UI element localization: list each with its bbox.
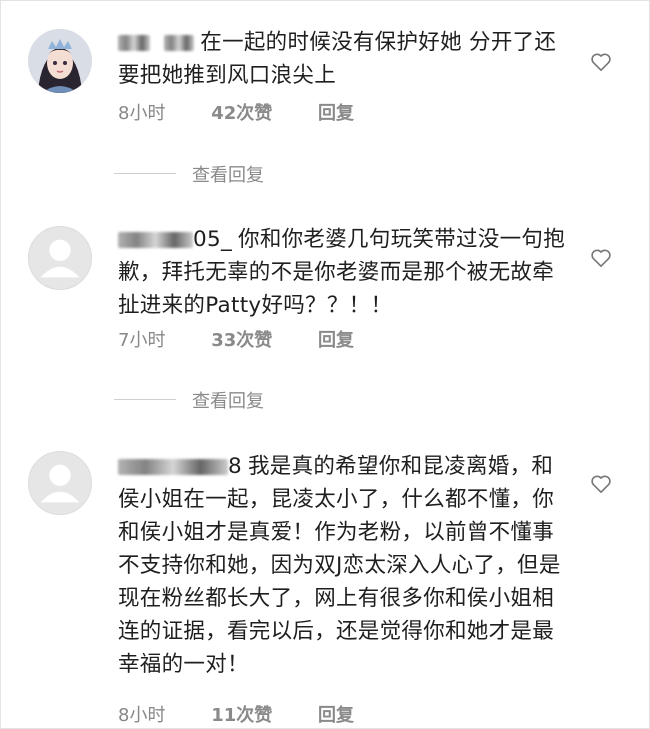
comment-text: 8 我是真的希望你和昆凌离婚，和侯小姐在一起，昆凌太小了，什么都不懂，你和侯小姐才… <box>118 450 573 681</box>
view-replies-label[interactable]: 查看回复 <box>192 161 264 187</box>
username[interactable] <box>118 26 195 59</box>
comment-text: 05_ 你和你老婆几句玩笑带过没一句抱歉，拜托无辜的不是你老婆而是那个被无故牵扯进… <box>118 223 573 322</box>
comment-meta: 8小时 42次赞 回复 <box>118 99 394 125</box>
reply-button[interactable]: 回复 <box>318 326 354 352</box>
comment-time: 7小时 <box>118 330 166 351</box>
user-avatar[interactable] <box>28 451 92 515</box>
reply-button[interactable]: 回复 <box>318 99 354 125</box>
comment-body: 我是真的希望你和昆凌离婚，和侯小姐在一起，昆凌太小了，什么都不懂，你和侯小姐才是… <box>118 454 561 677</box>
heart-outline-icon[interactable] <box>590 474 612 494</box>
divider-line <box>114 173 176 174</box>
username-suffix: 05_ <box>193 227 233 252</box>
view-replies[interactable]: 查看回复 <box>114 159 514 189</box>
username-suffix: 8 <box>228 454 242 479</box>
comment-time: 8小时 <box>118 705 166 726</box>
like-count[interactable]: 42次赞 <box>211 99 272 125</box>
view-replies-label[interactable]: 查看回复 <box>192 387 264 413</box>
reply-button[interactable]: 回复 <box>318 701 354 727</box>
user-avatar[interactable] <box>28 29 92 93</box>
comment-meta: 8小时 11次赞 回复 <box>118 701 394 727</box>
comment-time: 8小时 <box>118 103 166 124</box>
comment-meta: 7小时 33次赞 回复 <box>118 326 394 352</box>
username[interactable]: 8 <box>118 450 242 483</box>
default-avatar-icon <box>40 239 80 278</box>
comment-list: 在一起的时候没有保护好她 分开了还要把她推到风口浪尖上 8小时 42次赞 回复 … <box>0 0 650 729</box>
illustrated-avatar-icon <box>28 29 92 93</box>
comment-text: 在一起的时候没有保护好她 分开了还要把她推到风口浪尖上 <box>118 26 573 92</box>
like-count[interactable]: 11次赞 <box>211 701 272 727</box>
username[interactable]: 05_ <box>118 223 232 256</box>
like-count[interactable]: 33次赞 <box>211 326 272 352</box>
divider-line <box>114 399 176 400</box>
view-replies[interactable]: 查看回复 <box>114 385 514 415</box>
heart-outline-icon[interactable] <box>590 248 612 268</box>
default-avatar-icon <box>40 464 80 503</box>
heart-outline-icon[interactable] <box>590 52 612 72</box>
user-avatar[interactable] <box>28 226 92 290</box>
